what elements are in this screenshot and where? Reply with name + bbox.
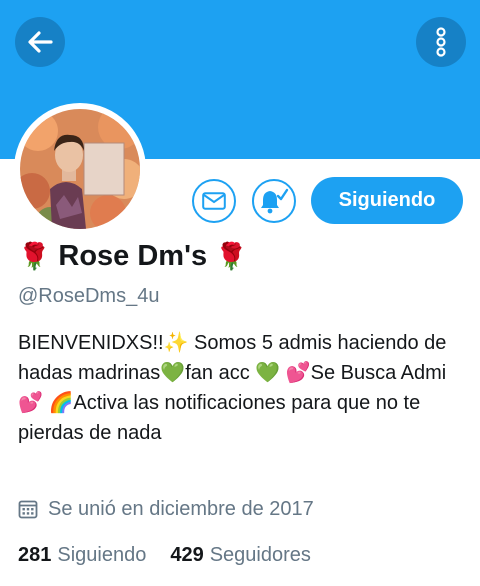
following-stat[interactable]: 281 Siguiendo — [18, 544, 146, 567]
bell-check-icon — [261, 188, 289, 214]
avatar-image — [20, 109, 140, 229]
arrow-left-icon — [28, 31, 53, 53]
follow-stats: 281 Siguiendo 429 Seguidores — [18, 544, 335, 567]
following-button[interactable]: Siguiendo — [311, 177, 463, 224]
more-options-button[interactable] — [416, 17, 466, 67]
more-vertical-icon — [436, 27, 446, 57]
message-button[interactable] — [192, 179, 236, 223]
envelope-icon — [202, 192, 226, 210]
avatar-frame — [14, 103, 146, 235]
rose-emoji-left: 🌹 — [18, 240, 51, 271]
join-date-text: Se unió en diciembre de 2017 — [48, 497, 314, 520]
following-label: Siguiendo — [57, 544, 147, 566]
followers-stat[interactable]: 429 Seguidores — [170, 544, 311, 567]
profile-name: Rose Dm's — [58, 239, 208, 272]
back-button[interactable] — [15, 17, 65, 67]
profile-bio: BIENVENIDXS!!✨ Somos 5 admis haciendo de… — [18, 332, 447, 444]
notifications-button[interactable] — [252, 179, 296, 223]
followers-label: Seguidores — [209, 544, 311, 566]
calendar-icon — [18, 500, 38, 519]
following-count: 281 — [18, 544, 52, 566]
rose-emoji-right: 🌹 — [215, 240, 248, 271]
join-date: Se unió en diciembre de 2017 — [18, 496, 314, 522]
followers-count: 429 — [170, 544, 204, 566]
profile-handle: @RoseDms_4u — [18, 285, 160, 307]
display-name: 🌹 Rose Dm's 🌹 — [18, 238, 247, 274]
avatar[interactable] — [20, 109, 140, 229]
